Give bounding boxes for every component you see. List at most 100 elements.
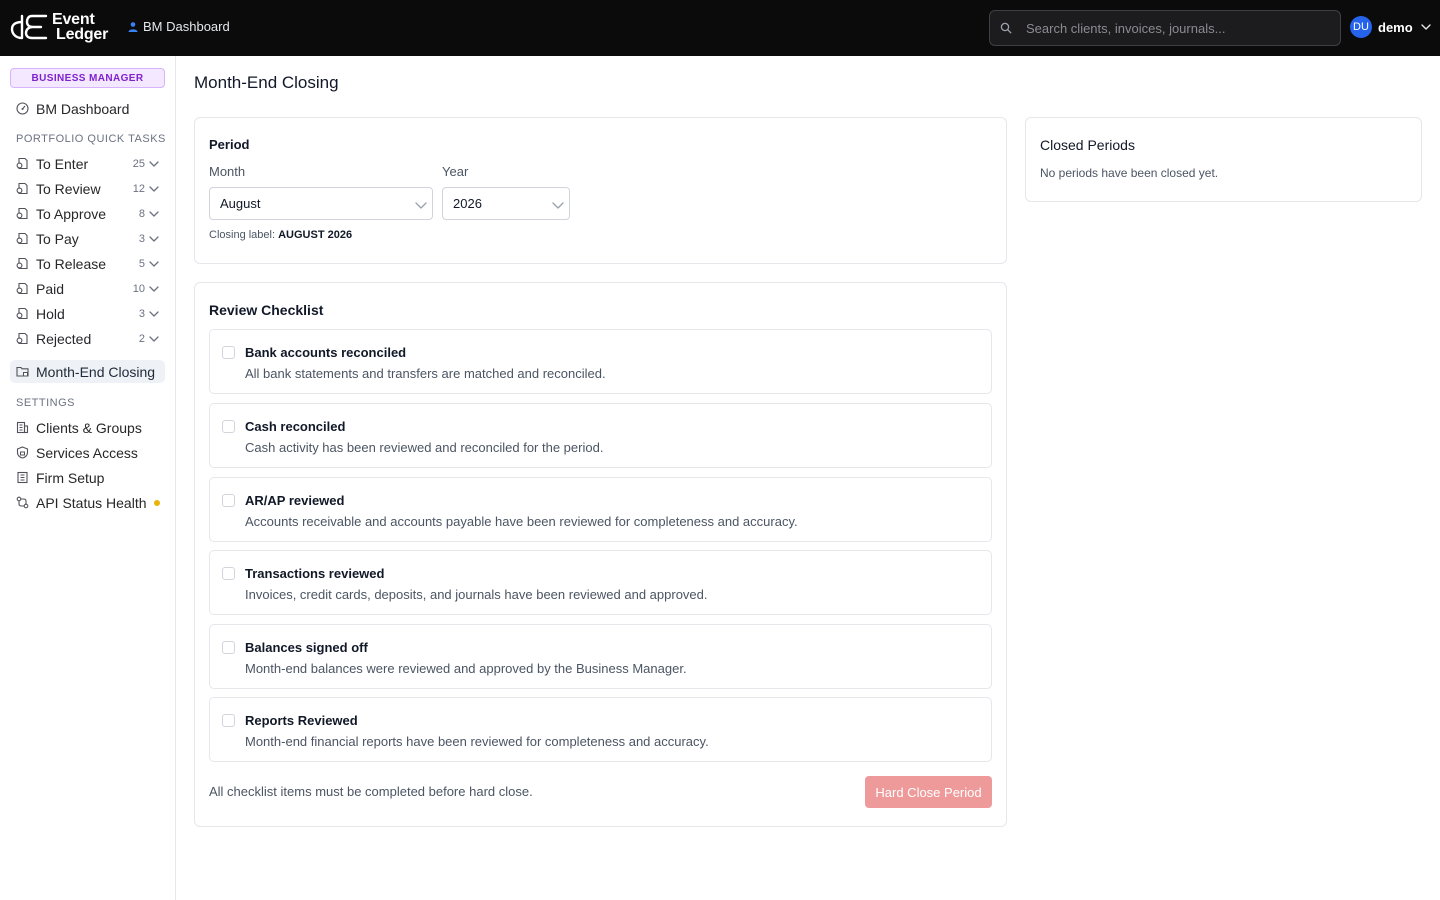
month-select[interactable]: August [209, 187, 433, 220]
user-name: demo [1378, 19, 1413, 35]
sidebar-item-rejected[interactable]: Rejected 2 [10, 327, 165, 350]
month-value: August [220, 196, 261, 211]
checklist-item-title: Transactions reviewed [245, 566, 385, 581]
checkbox[interactable] [222, 641, 235, 654]
checklist-footer-note: All checklist items must be completed be… [209, 784, 533, 799]
checklist-item-bank-accounts[interactable]: Bank accounts reconciled All bank statem… [209, 329, 992, 394]
sidebar-item-label: Services Access [36, 444, 138, 461]
closing-label-value: AUGUST 2026 [278, 229, 353, 241]
user-menu[interactable]: DU demo [1350, 16, 1432, 38]
checklist-item-title: Bank accounts reconciled [245, 345, 407, 360]
breadcrumb[interactable]: BM Dashboard [127, 19, 230, 34]
sidebar-item-to-approve[interactable]: To Approve 8 [10, 202, 165, 225]
checklist-item-title: Cash reconciled [245, 419, 346, 434]
search-bar[interactable] [989, 10, 1341, 46]
checklist-item-transactions[interactable]: Transactions reviewed Invoices, credit c… [209, 550, 992, 615]
user-icon [128, 21, 138, 32]
dashboard-gauge-icon [16, 102, 29, 115]
checklist-item-description: Cash activity has been reviewed and reco… [245, 440, 604, 455]
app-logo[interactable]: Event Ledger [10, 10, 108, 44]
sidebar-item-label: Hold [36, 305, 65, 322]
month-label: Month [209, 164, 246, 179]
sidebar-item-label: To Review [36, 180, 101, 197]
sidebar-item-to-enter[interactable]: To Enter 25 [10, 152, 165, 175]
search-input[interactable] [1026, 20, 1326, 36]
task-status-icon [16, 332, 28, 345]
building-icon [16, 421, 29, 434]
office-building-icon [17, 471, 28, 484]
checklist-item-ar-ap[interactable]: AR/AP reviewed Accounts receivable and a… [209, 477, 992, 542]
chevron-down-icon[interactable] [148, 183, 160, 195]
status-warning-dot [154, 499, 160, 506]
checklist-item-description: All bank statements and transfers are ma… [245, 366, 606, 381]
sidebar-item-label: Month-End Closing [36, 363, 156, 380]
sidebar-item-to-pay[interactable]: To Pay 3 [10, 227, 165, 250]
sidebar-item-to-review[interactable]: To Review 12 [10, 177, 165, 200]
checklist-item-cash[interactable]: Cash reconciled Cash activity has been r… [209, 403, 992, 468]
chevron-down-icon[interactable] [148, 333, 160, 345]
checkbox[interactable] [222, 420, 235, 433]
chevron-down-icon[interactable] [148, 208, 160, 220]
task-count: 8 [138, 207, 145, 220]
checklist-item-reports[interactable]: Reports Reviewed Month-end financial rep… [209, 697, 992, 762]
checklist-item-title: Balances signed off [245, 640, 368, 655]
sidebar-item-hold[interactable]: Hold 3 [10, 302, 165, 325]
period-heading: Period [209, 137, 250, 152]
checkbox[interactable] [222, 567, 235, 580]
checklist-item-description: Accounts receivable and accounts payable… [245, 514, 798, 529]
sidebar-item-label: To Approve [36, 205, 107, 222]
sidebar-item-label: Clients & Groups [36, 419, 142, 436]
sidebar-item-to-release[interactable]: To Release 5 [10, 252, 165, 275]
closed-periods-empty-state: No periods have been closed yet. [1040, 166, 1219, 180]
sidebar-item-month-end-closing[interactable]: Month-End Closing [10, 360, 165, 383]
task-count: 12 [132, 182, 145, 195]
task-count: 2 [138, 332, 145, 345]
sidebar-item-label: BM Dashboard [36, 100, 130, 117]
task-status-icon [16, 182, 28, 195]
sidebar-item-label: Paid [36, 280, 65, 297]
sidebar-item-firm-setup[interactable]: Firm Setup [10, 466, 165, 489]
task-status-icon [16, 157, 28, 170]
page-title: Month-End Closing [194, 73, 339, 92]
checklist-item-balances[interactable]: Balances signed off Month-end balances w… [209, 624, 992, 689]
task-count: 25 [132, 157, 145, 170]
task-status-icon [16, 282, 28, 295]
chevron-down-icon[interactable] [148, 308, 160, 320]
folder-lock-icon [16, 366, 29, 377]
chevron-down-icon[interactable] [148, 258, 160, 270]
event-ledger-logo-icon [10, 14, 48, 40]
breadcrumb-label: BM Dashboard [143, 19, 230, 34]
sidebar-item-label: API Status Health [36, 494, 147, 511]
year-label: Year [442, 164, 469, 179]
chevron-down-icon[interactable] [148, 283, 160, 295]
year-value: 2026 [453, 196, 482, 211]
sidebar-item-api-status-health[interactable]: API Status Health [10, 491, 165, 514]
logo-text: Event Ledger [52, 12, 108, 43]
checkbox[interactable] [222, 494, 235, 507]
hard-close-period-button[interactable]: Hard Close Period [865, 776, 992, 808]
sidebar-item-paid[interactable]: Paid 10 [10, 277, 165, 300]
task-count: 10 [132, 282, 145, 295]
chevron-down-icon [1420, 24, 1431, 30]
closing-label: Closing label: AUGUST 2026 [209, 229, 352, 241]
sidebar-item-bm-dashboard[interactable]: BM Dashboard [10, 97, 165, 120]
chevron-down-icon [415, 202, 427, 209]
sidebar: BUSINESS MANAGER BM Dashboard PORTFOLIO … [0, 56, 176, 900]
checkbox[interactable] [222, 346, 235, 359]
checkbox[interactable] [222, 714, 235, 727]
sidebar-item-clients-groups[interactable]: Clients & Groups [10, 416, 165, 439]
shield-lock-icon [16, 446, 29, 459]
sidebar-item-label: To Release [36, 255, 107, 272]
checklist-item-description: Month-end financial reports have been re… [245, 734, 709, 749]
sidebar-item-label: To Enter [36, 155, 89, 172]
chevron-down-icon[interactable] [148, 158, 160, 170]
checklist-item-description: Invoices, credit cards, deposits, and jo… [245, 587, 708, 602]
avatar: DU [1350, 16, 1372, 38]
task-status-icon [16, 307, 28, 320]
checklist-item-description: Month-end balances were reviewed and app… [245, 661, 687, 676]
closing-label-prefix: Closing label: [209, 229, 276, 241]
task-count: 3 [138, 232, 145, 245]
sidebar-item-services-access[interactable]: Services Access [10, 441, 165, 464]
year-select[interactable]: 2026 [442, 187, 570, 220]
chevron-down-icon[interactable] [148, 233, 160, 245]
